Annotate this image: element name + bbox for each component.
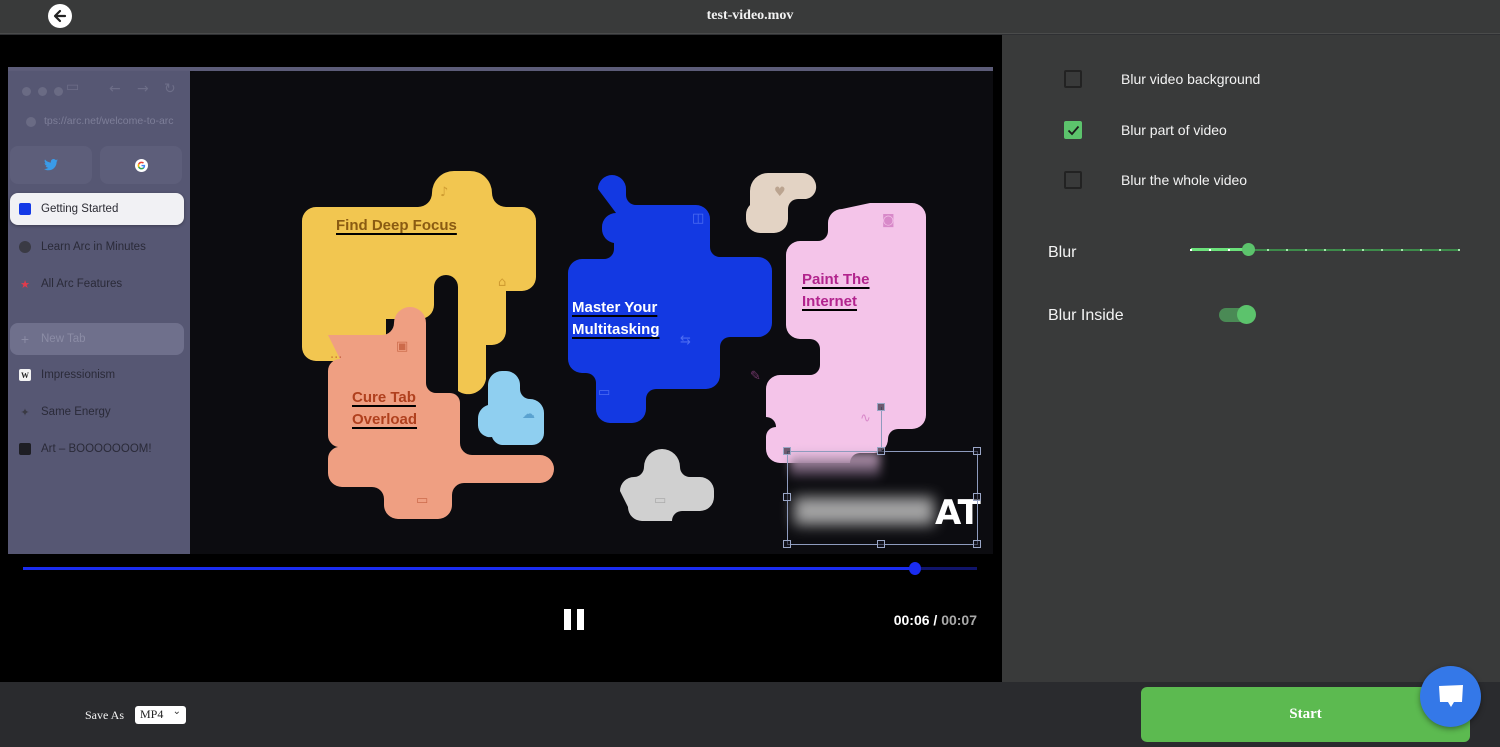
slider-tick	[1209, 249, 1212, 251]
resize-handle-e[interactable]	[973, 493, 981, 501]
camera-icon: ◙	[882, 213, 895, 228]
checkbox-blur-part[interactable]	[1064, 121, 1082, 139]
progress-thumb[interactable]	[908, 562, 921, 575]
duration: 00:07	[941, 612, 977, 628]
checkmark-icon	[1067, 125, 1079, 135]
tile-label-find-deep-focus: Find Deep Focus	[336, 215, 457, 237]
chat-bubble-icon	[1438, 684, 1463, 707]
format-select[interactable]: MP4 ⌄	[135, 706, 186, 724]
resize-handle-sw[interactable]	[783, 540, 791, 548]
slider-thumb[interactable]	[1242, 243, 1256, 256]
tile-paint-internet	[766, 203, 926, 463]
tile-label-paint-internet: Paint The Internet	[802, 269, 870, 313]
slider-tick	[1381, 249, 1384, 251]
tile-grey	[620, 449, 714, 521]
toggle-knob	[1237, 305, 1256, 324]
slider-fill	[1191, 248, 1249, 251]
resize-handle-s[interactable]	[877, 540, 885, 548]
blur-inside-toggle[interactable]	[1219, 305, 1256, 324]
tile-label-master-multitasking: Master Your Multitasking	[572, 297, 660, 341]
scribble-icon: ∿	[860, 411, 871, 426]
video-progress-bar[interactable]	[23, 562, 977, 575]
tile-text: Overload	[352, 411, 418, 428]
blur-slider[interactable]	[1190, 243, 1460, 256]
tile-text: Find Deep Focus	[336, 217, 457, 234]
blur-inside-label: Blur Inside	[1048, 307, 1124, 324]
slider-tick	[1324, 249, 1326, 251]
folder-icon: ▭	[416, 493, 429, 508]
pause-icon	[564, 609, 571, 630]
slider-tick	[1458, 249, 1460, 251]
save-as-label: Save As	[85, 708, 124, 722]
heart-box-icon: ▣	[396, 339, 409, 354]
brush-icon: ✎	[750, 369, 761, 384]
option-blur-part[interactable]: Blur part of video	[1064, 121, 1227, 139]
slider-tick	[1419, 249, 1422, 251]
slider-tick	[1285, 249, 1288, 251]
code-icon: ▭	[598, 385, 611, 400]
time-display: 00:06 / 00:07	[894, 612, 977, 628]
video-player: ▭ ← → ↻ tps://arc.net/welcome-to-arc Get…	[0, 35, 1002, 682]
slider-tick	[1266, 249, 1269, 251]
format-value: MP4	[140, 707, 164, 721]
music-note-icon: ♪	[440, 185, 449, 200]
home-icon: ⌂	[498, 275, 507, 290]
rotate-handle-line	[881, 407, 882, 451]
chat-button[interactable]	[1420, 666, 1481, 727]
slider-tick	[1362, 249, 1365, 251]
chevron-down-icon: ⌄	[172, 706, 181, 717]
slider-tick	[1400, 249, 1403, 251]
top-bar: test-video.mov	[0, 0, 1500, 34]
option-blur-whole[interactable]: Blur the whole video	[1064, 171, 1247, 189]
time-separator: /	[933, 612, 938, 628]
pause-icon	[577, 609, 584, 630]
current-time: 00:06	[893, 612, 930, 628]
slider-tick	[1190, 249, 1192, 251]
slider-tick	[1343, 249, 1346, 251]
swap-arrows-icon: ⇆	[680, 333, 691, 348]
resize-handle-w[interactable]	[783, 493, 791, 501]
tile-label-cure-tab-overload: Cure Tab Overload	[352, 387, 417, 431]
cloud-icon: ☁	[522, 407, 535, 422]
blur-label: Blur	[1048, 244, 1077, 261]
video-frame[interactable]: ▭ ← → ↻ tps://arc.net/welcome-to-arc Get…	[8, 67, 993, 554]
blur-settings-panel: Blur video background Blur part of video…	[1002, 35, 1500, 682]
tile-text: Multitasking	[572, 321, 660, 338]
option-label: Blur the whole video	[1121, 172, 1248, 188]
pause-button[interactable]	[564, 609, 586, 631]
resize-handle-n[interactable]	[877, 447, 885, 455]
checkbox-blur-background[interactable]	[1064, 70, 1082, 88]
resize-handle-nw[interactable]	[783, 447, 791, 455]
tile-text: Cure Tab	[352, 389, 416, 406]
slider-tick	[1438, 249, 1441, 251]
tile-text: Paint The	[802, 271, 870, 288]
option-blur-background[interactable]: Blur video background	[1064, 70, 1260, 88]
tile-heart	[745, 172, 817, 233]
split-view-icon: ◫	[692, 211, 705, 226]
option-label: Blur video background	[1121, 71, 1261, 87]
more-dots-icon: ···	[330, 351, 343, 366]
resize-handle-se[interactable]	[973, 540, 981, 548]
tile-text: Internet	[802, 293, 858, 310]
heart-icon: ♥	[774, 185, 786, 200]
slider-tick	[1228, 249, 1231, 251]
slider-tick	[1304, 249, 1307, 251]
tile-text: Master Your	[572, 299, 658, 316]
card-icon: ▭	[654, 493, 667, 508]
rotate-handle[interactable]	[877, 403, 885, 411]
checkbox-blur-whole[interactable]	[1064, 171, 1082, 189]
blur-selection-box[interactable]	[787, 451, 978, 545]
progress-fill	[23, 567, 915, 570]
footer-bar: Save As MP4 ⌄ Start	[0, 682, 1500, 747]
option-label: Blur part of video	[1121, 122, 1227, 138]
file-title: test-video.mov	[706, 8, 794, 23]
resize-handle-ne[interactable]	[973, 447, 981, 455]
